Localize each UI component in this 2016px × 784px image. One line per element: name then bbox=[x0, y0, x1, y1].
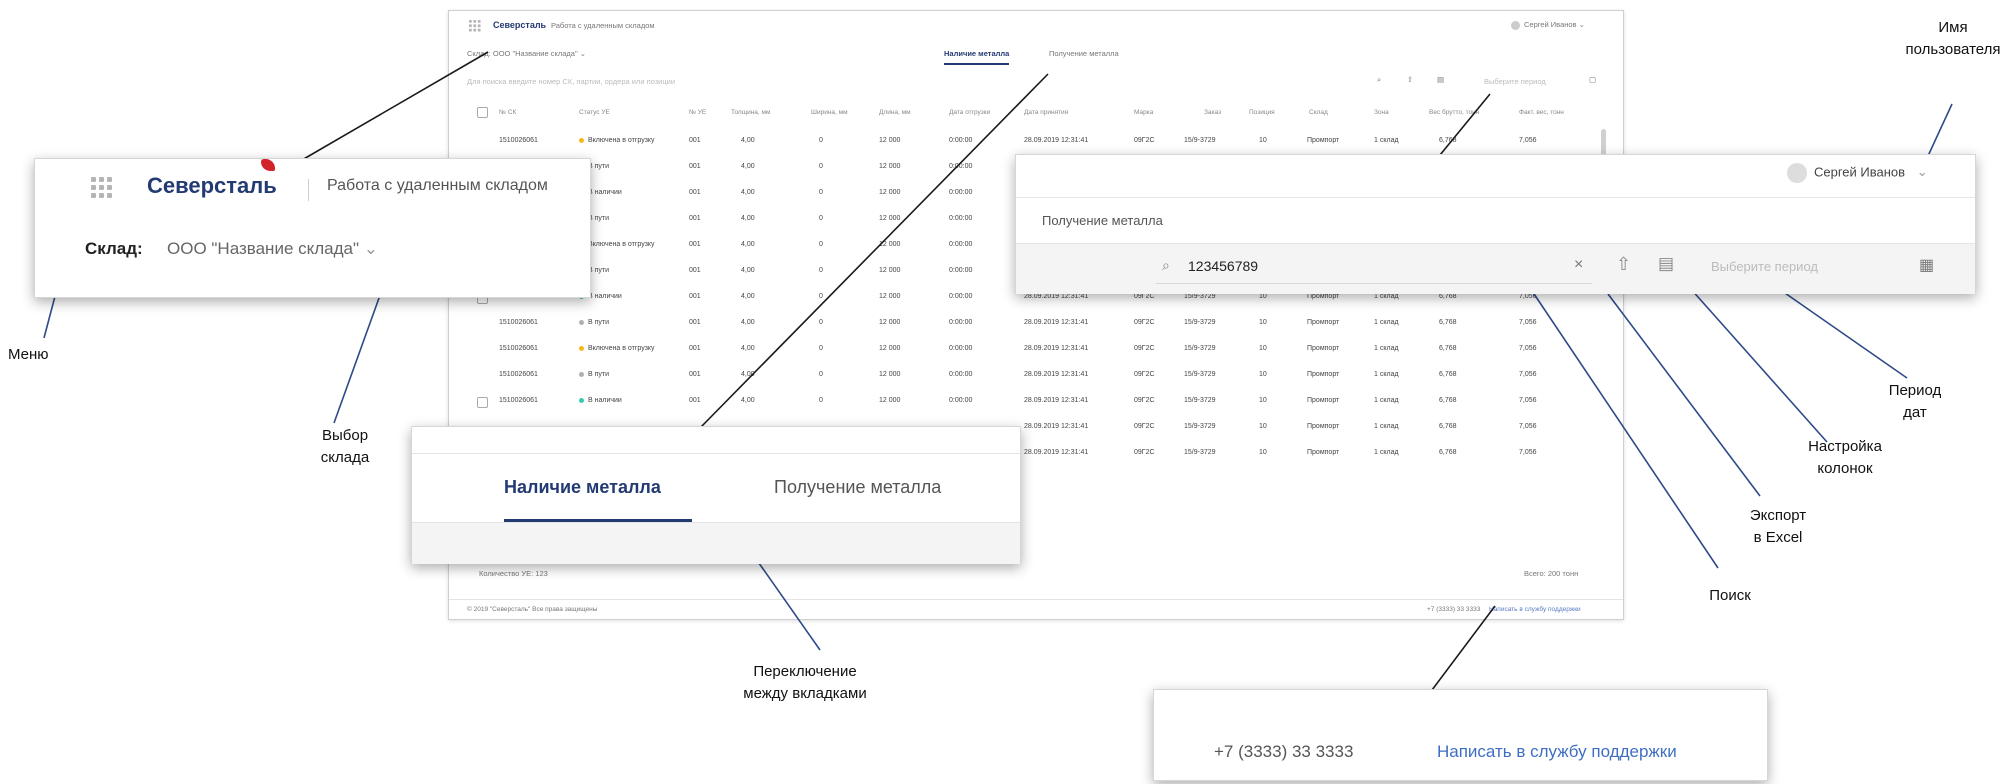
warehouse-label-large: Склад: bbox=[85, 239, 143, 258]
columns-icon-large[interactable]: ▤ bbox=[1658, 254, 1674, 274]
callout-lines bbox=[43, 51, 1953, 691]
menu-icon-large[interactable] bbox=[91, 177, 112, 198]
export-icon-large[interactable]: ⇧ bbox=[1616, 254, 1631, 275]
label-warehouse-select: Выбор склада bbox=[320, 427, 370, 466]
page-title: Получение металла bbox=[1042, 213, 1163, 228]
header-divider bbox=[308, 179, 309, 201]
label-tab-switch: Переключение между вкладками bbox=[743, 663, 867, 702]
zoom-header: Северсталь Работа с удаленным складом Ск… bbox=[34, 158, 591, 298]
phone-large[interactable]: +7 (3333) 33 3333 bbox=[1214, 742, 1353, 762]
search-value: 123456789 bbox=[1188, 258, 1259, 274]
tab-stock-large[interactable]: Наличие металла bbox=[504, 477, 661, 498]
warehouse-select-large[interactable]: ООО "Название склада" ⌄ bbox=[167, 239, 378, 259]
avatar-large bbox=[1787, 163, 1807, 183]
label-username: Имя пользователя bbox=[1905, 19, 2001, 58]
label-menu: Меню bbox=[8, 346, 49, 363]
calendar-icon-large[interactable]: ▦ bbox=[1919, 255, 1934, 275]
label-export: Экспорт в Excel bbox=[1749, 507, 1807, 546]
clear-icon[interactable]: × bbox=[1574, 256, 1583, 274]
logo-large: Северсталь bbox=[147, 173, 277, 198]
search-icon-large: ⌕ bbox=[1162, 257, 1170, 273]
tabs-band bbox=[412, 522, 1020, 564]
tab-receive-large[interactable]: Получение металла bbox=[774, 477, 941, 498]
user-menu-large[interactable]: Сергей Иванов ⌄ bbox=[1787, 163, 1928, 183]
label-search: Поиск bbox=[1709, 587, 1751, 604]
label-period: Период дат bbox=[1888, 382, 1942, 421]
app-title-large: Работа с удаленным складом bbox=[327, 177, 548, 194]
toolbar-divider-1 bbox=[1016, 197, 1975, 198]
period-input-large[interactable]: Выберите период bbox=[1711, 259, 1818, 274]
zoom-footer: +7 (3333) 33 3333 Написать в службу подд… bbox=[1153, 689, 1768, 781]
label-columns: Настройка колонок bbox=[1808, 438, 1882, 477]
zoom-tabs: Наличие металла Получение металла bbox=[411, 426, 1021, 564]
tabs-divider-top bbox=[412, 453, 1020, 454]
support-link-large[interactable]: Написать в службу поддержки bbox=[1437, 742, 1677, 762]
zoom-toolbar: Сергей Иванов ⌄ Получение металла ⌕ 1234… bbox=[1015, 154, 1976, 294]
search-field[interactable]: ⌕ 123456789 × bbox=[1156, 249, 1592, 284]
logo-mark bbox=[261, 159, 275, 171]
